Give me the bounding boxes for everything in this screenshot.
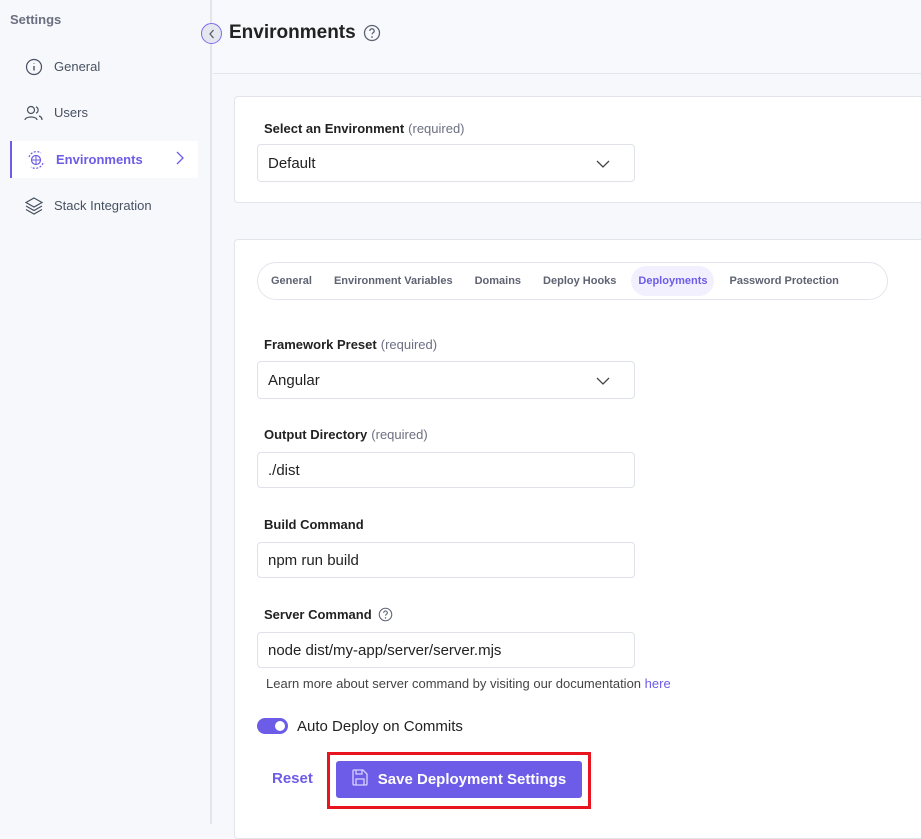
reset-button[interactable]: Reset xyxy=(272,770,313,787)
tab-domains[interactable]: Domains xyxy=(468,266,528,296)
chevron-down-icon xyxy=(596,372,610,389)
framework-preset-select[interactable]: Angular xyxy=(257,361,635,399)
tab-bar: General Environment Variables Domains De… xyxy=(257,262,888,300)
help-icon[interactable] xyxy=(378,607,393,627)
layers-icon xyxy=(10,196,54,215)
page-title: Environments xyxy=(229,22,356,43)
sidebar-item-general[interactable]: General xyxy=(10,48,198,85)
auto-deploy-toggle[interactable] xyxy=(257,718,288,734)
server-command-hint: Learn more about server command by visit… xyxy=(266,676,671,691)
save-deployment-settings-button[interactable]: Save Deployment Settings xyxy=(336,761,582,798)
help-icon[interactable] xyxy=(363,24,381,47)
env-select-label: Select an Environment (required) xyxy=(264,121,465,136)
users-icon xyxy=(10,105,54,121)
sidebar: Settings General Users Environments Stac… xyxy=(0,0,212,824)
sidebar-item-label: Environments xyxy=(56,152,143,167)
chevron-down-icon xyxy=(596,155,610,172)
framework-label: Framework Preset (required) xyxy=(264,337,438,352)
documentation-link[interactable]: here xyxy=(645,676,671,691)
sidebar-title: Settings xyxy=(10,12,62,27)
tab-environment-variables[interactable]: Environment Variables xyxy=(327,266,460,296)
sidebar-item-environments[interactable]: Environments xyxy=(10,141,198,178)
sidebar-item-stack-integration[interactable]: Stack Integration xyxy=(10,187,198,224)
server-command-input[interactable]: node dist/my-app/server/server.mjs xyxy=(257,632,635,668)
server-command-label: Server Command xyxy=(264,607,372,622)
auto-deploy-label: Auto Deploy on Commits xyxy=(297,718,463,735)
build-command-label: Build Command xyxy=(264,517,364,532)
globe-sync-icon xyxy=(12,150,56,170)
chevron-right-icon xyxy=(176,151,184,168)
output-directory-label: Output Directory (required) xyxy=(264,427,428,442)
collapse-sidebar-button[interactable] xyxy=(201,23,222,44)
sidebar-item-label: Users xyxy=(54,105,88,120)
build-command-input[interactable]: npm run build xyxy=(257,542,635,578)
save-button-label: Save Deployment Settings xyxy=(377,771,567,788)
tab-general[interactable]: General xyxy=(264,266,319,296)
sidebar-item-label: Stack Integration xyxy=(54,198,152,213)
info-icon xyxy=(10,58,54,76)
environment-select[interactable]: Default xyxy=(257,144,635,182)
tab-password-protection[interactable]: Password Protection xyxy=(722,266,845,296)
output-directory-input[interactable]: ./dist xyxy=(257,452,635,488)
tab-deployments[interactable]: Deployments xyxy=(631,266,715,296)
tab-deploy-hooks[interactable]: Deploy Hooks xyxy=(536,266,623,296)
save-icon xyxy=(352,769,368,790)
sidebar-item-users[interactable]: Users xyxy=(10,94,198,131)
sidebar-item-label: General xyxy=(54,59,101,74)
settings-card xyxy=(234,239,921,839)
